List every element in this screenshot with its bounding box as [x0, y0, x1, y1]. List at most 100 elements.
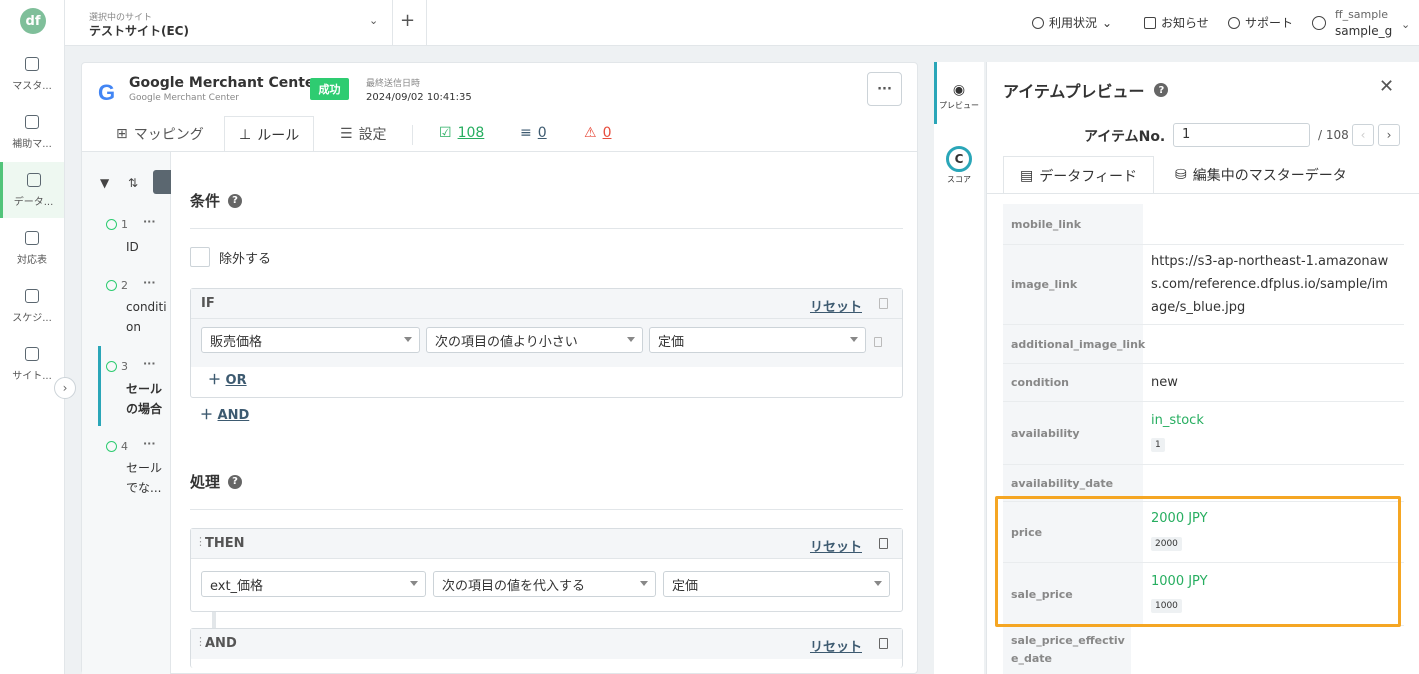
process-target-select[interactable]: 定価 — [663, 571, 890, 597]
rule-number[interactable]: 1 — [106, 218, 128, 231]
app-logo[interactable]: df — [20, 8, 46, 34]
if-label: IF — [201, 296, 215, 311]
add-or-button[interactable]: ＋ OR — [208, 369, 247, 388]
preview-tool[interactable]: ◉ プレビュー — [934, 82, 984, 111]
document-icon — [26, 172, 41, 187]
and-block-header: AND ⋮ リセット — [191, 629, 902, 659]
side-tool-strip: ◉ プレビュー C スコア — [934, 62, 984, 674]
tab-settings[interactable]: ☰ 設定 — [340, 116, 387, 152]
mapping-icon: ⊞ — [116, 126, 128, 142]
rule-name[interactable]: セールでな... — [126, 458, 166, 498]
condition-field-select[interactable]: 販売価格 — [201, 327, 420, 353]
tab-mapping[interactable]: ⊞ マッピング — [116, 116, 204, 152]
rule-number[interactable]: 4 — [106, 440, 128, 453]
process-field-select[interactable]: ext_価格 — [201, 571, 426, 597]
trash-icon[interactable] — [879, 538, 888, 549]
file-icon: ▤ — [1020, 167, 1034, 184]
usage-menu[interactable]: 利用状況 ⌄ — [1032, 14, 1112, 31]
help-icon[interactable]: ? — [228, 474, 243, 489]
add-rule-button[interactable] — [153, 170, 171, 194]
rule-number[interactable]: 2 — [106, 279, 128, 292]
close-icon[interactable]: ✕ — [1379, 76, 1394, 97]
reset-link[interactable]: リセット — [810, 296, 862, 315]
exclude-checkbox[interactable] — [190, 247, 210, 267]
rule-menu-icon[interactable]: ··· — [143, 437, 156, 450]
caret-down-icon — [850, 337, 858, 342]
sort-icon[interactable]: ⇅ — [128, 176, 138, 190]
score-tool[interactable]: C スコア — [934, 146, 984, 185]
site-selector[interactable]: テストサイト(EC) — [89, 22, 189, 39]
nav-item-mapping-table[interactable]: 対応表 — [0, 220, 64, 276]
tab-master-data[interactable]: ⛁ 編集中のマスターデータ — [1175, 156, 1347, 194]
if-block-header: IF リセット — [191, 289, 902, 319]
chevron-down-icon[interactable]: ⌄ — [369, 14, 378, 27]
active-rule-indicator — [98, 346, 101, 426]
play-icon — [106, 219, 117, 230]
next-item-button[interactable]: › — [1378, 124, 1400, 146]
rule-menu-icon[interactable]: ··· — [143, 276, 156, 289]
nav-item-master[interactable]: マスタ... — [0, 46, 64, 102]
chevron-down-icon[interactable]: ⌄ — [1401, 18, 1410, 31]
play-icon — [106, 361, 117, 372]
process-operator-select[interactable]: 次の項目の値を代入する — [433, 571, 656, 597]
condition-heading: 条件? — [190, 190, 243, 211]
preview-row: mobile_link — [1003, 204, 1404, 244]
rule-name[interactable]: condition — [126, 297, 168, 337]
help-icon[interactable]: ? — [1154, 83, 1169, 97]
add-site-button[interactable]: + — [400, 10, 415, 31]
rule-name[interactable]: セールの場合 — [126, 379, 166, 419]
trash-icon[interactable] — [874, 337, 882, 347]
nav-item-sub-master[interactable]: 補助マ... — [0, 104, 64, 160]
trash-icon[interactable] — [879, 638, 888, 649]
chevron-right-icon: › — [62, 381, 68, 395]
condition-target-select[interactable]: 定価 — [649, 327, 866, 353]
active-tool-indicator — [934, 62, 937, 124]
help-icon[interactable]: ? — [228, 193, 243, 208]
drag-handle-icon[interactable]: ⋮ — [195, 635, 206, 648]
filter-icon[interactable]: ▼ — [100, 176, 109, 190]
preview-row: image_link https://s3-ap-northeast-1.amaz… — [1003, 245, 1404, 324]
top-header: 選択中のサイト テストサイト(EC) ⌄ + 利用状況 ⌄ お知らせ サポート f… — [65, 0, 1419, 46]
condition-operator-select[interactable]: 次の項目の値より小さい — [426, 327, 643, 353]
if-block: IF リセット 販売価格 次の項目の値より小さい 定価 — [190, 288, 903, 398]
score-icon: C — [946, 146, 972, 172]
feed-subtitle: Google Merchant Center — [129, 93, 239, 103]
rule-number[interactable]: 3 — [106, 360, 128, 373]
process-heading: 処理? — [190, 471, 243, 492]
add-and-button[interactable]: ＋ AND — [200, 404, 249, 423]
nav-item-schedule[interactable]: スケジ... — [0, 278, 64, 334]
last-sent-value: 2024/09/02 10:41:35 — [366, 92, 472, 103]
item-no-label: アイテムNo. — [1084, 129, 1166, 145]
account-id[interactable]: ff_sample — [1335, 8, 1388, 21]
support-link[interactable]: サポート — [1228, 14, 1293, 31]
question-circle-icon — [1228, 16, 1240, 29]
drag-handle-icon[interactable]: ⋮ — [195, 535, 206, 548]
reset-link[interactable]: リセット — [810, 536, 862, 555]
prev-item-button[interactable]: ‹ — [1352, 124, 1374, 146]
field-value: new — [1151, 375, 1178, 390]
rule-name[interactable]: ID — [126, 237, 168, 257]
account-name[interactable]: sample_g — [1335, 24, 1392, 38]
tab-rule[interactable]: ⊥ ルール — [224, 116, 315, 152]
gauge-icon — [1032, 16, 1044, 29]
nav-item-data-feed[interactable]: データ... — [0, 162, 64, 218]
chevron-down-icon: ⌄ — [1102, 15, 1113, 30]
last-sent-label: 最終送信日時 — [366, 79, 421, 89]
nav-expand-button[interactable]: › — [54, 377, 76, 399]
then-block: THEN ⋮ リセット ext_価格 次の項目の値を代入する 定価 — [190, 528, 903, 612]
preview-row: availability in_stock 1 — [1003, 402, 1404, 464]
trash-icon[interactable] — [879, 298, 888, 309]
rule-menu-icon[interactable]: ··· — [143, 357, 156, 370]
warning-count-link[interactable]: ≡ 0 — [520, 125, 547, 141]
rule-menu-icon[interactable]: ··· — [143, 215, 156, 228]
tab-data-feed[interactable]: ▤ データフィード — [1003, 156, 1154, 194]
header-divider — [426, 0, 427, 46]
sliders-icon — [25, 346, 39, 361]
success-count-link[interactable]: ☑ 108 — [439, 125, 484, 141]
notice-link[interactable]: お知らせ — [1144, 14, 1209, 31]
item-no-input[interactable]: 1 — [1173, 123, 1310, 147]
error-count-link[interactable]: ⚠ 0 — [584, 125, 611, 141]
more-button[interactable]: ··· — [867, 72, 902, 106]
reset-link[interactable]: リセット — [810, 636, 862, 655]
and-block: AND ⋮ リセット — [190, 628, 903, 668]
